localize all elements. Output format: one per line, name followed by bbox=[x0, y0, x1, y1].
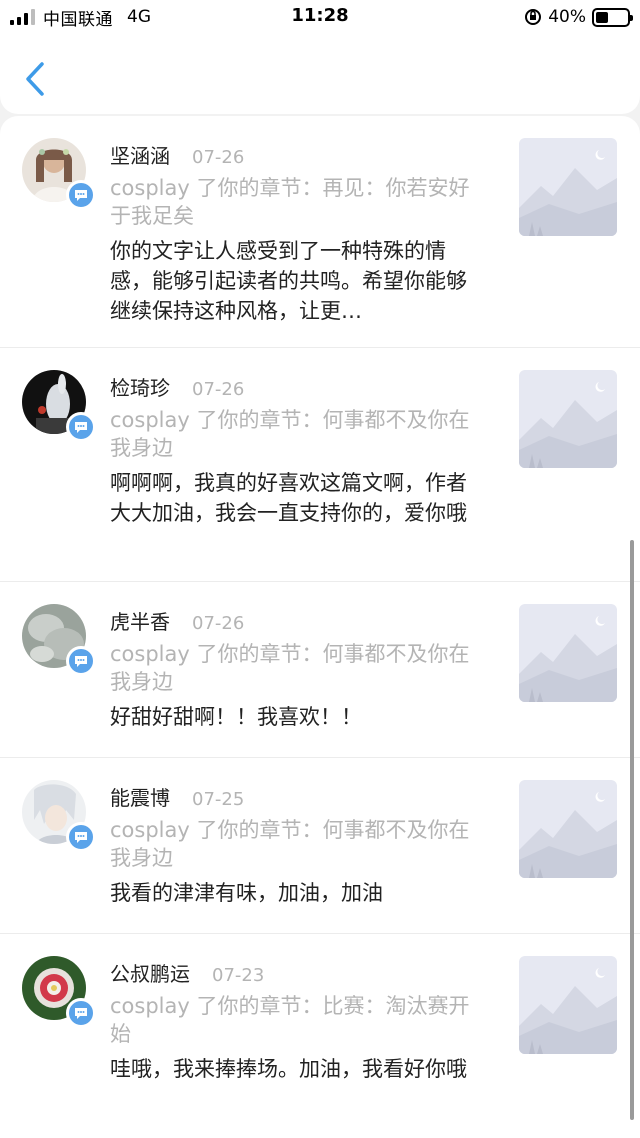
list-item[interactable]: 检琦珍 07-26 cosplay 了你的章节：何事都不及你在我身边 啊啊啊，我真… bbox=[0, 348, 640, 582]
comment-badge bbox=[66, 646, 96, 676]
list-item[interactable]: 虎半香 07-26 cosplay 了你的章节：何事都不及你在我身边 好甜好甜啊！… bbox=[0, 582, 640, 758]
comment-date: 07-23 bbox=[212, 965, 265, 986]
comment-text: 好甜好甜啊！！我喜欢！！ bbox=[110, 705, 362, 729]
list-item[interactable]: 能震博 07-25 cosplay 了你的章节：何事都不及你在我身边 我看的津津有… bbox=[0, 758, 640, 934]
chapter-thumbnail[interactable] bbox=[519, 370, 617, 468]
chapter-thumbnail[interactable] bbox=[519, 604, 617, 702]
status-bar: 中国联通 4G 11:28 40% bbox=[0, 0, 640, 34]
chapter-line[interactable]: cosplay 了你的章节：再见：你若安好于我足矣 bbox=[110, 174, 480, 230]
username[interactable]: 坚涵涵 bbox=[110, 144, 170, 168]
chat-bubble-icon bbox=[75, 656, 87, 667]
username[interactable]: 检琦珍 bbox=[110, 376, 170, 400]
comment-badge bbox=[66, 412, 96, 442]
chat-bubble-icon bbox=[75, 1008, 87, 1019]
username[interactable]: 能震博 bbox=[110, 786, 170, 810]
battery-icon bbox=[592, 7, 633, 27]
comment-text: 哇哦，我来捧捧场。加油，我看好你哦 bbox=[110, 1057, 467, 1081]
chapter-line[interactable]: cosplay 了你的章节：比赛：淘汰赛开始 bbox=[110, 992, 480, 1048]
chapter-line[interactable]: cosplay 了你的章节：何事都不及你在我身边 bbox=[110, 816, 480, 872]
scrollbar[interactable] bbox=[630, 540, 634, 1120]
chat-bubble-icon bbox=[75, 832, 87, 843]
comment-badge bbox=[66, 998, 96, 1028]
chevron-left-icon[interactable] bbox=[22, 60, 52, 98]
chapter-line[interactable]: cosplay 了你的章节：何事都不及你在我身边 bbox=[110, 406, 480, 462]
chat-bubble-icon bbox=[75, 190, 87, 201]
chapter-thumbnail[interactable] bbox=[519, 780, 617, 878]
nav-bar bbox=[0, 34, 640, 114]
comment-text: 啊啊啊，我真的好喜欢这篇文啊，作者大大加油，我会一直支持你的，爱你哦 bbox=[110, 471, 467, 525]
battery-level bbox=[596, 11, 608, 23]
comment-date: 07-25 bbox=[192, 789, 245, 810]
comment-badge bbox=[66, 180, 96, 210]
chat-bubble-icon bbox=[75, 422, 87, 433]
comment-text: 你的文字让人感受到了一种特殊的情感，能够引起读者的共鸣。希望你能够继续保持这种风… bbox=[110, 239, 467, 323]
orientation-lock-icon bbox=[525, 9, 542, 25]
comment-text: 我看的津津有味，加油，加油 bbox=[110, 881, 383, 905]
chapter-thumbnail[interactable] bbox=[519, 138, 617, 236]
username[interactable]: 公叔鹏运 bbox=[110, 962, 190, 986]
comment-badge bbox=[66, 822, 96, 852]
comment-list: 坚涵涵 07-26 cosplay 了你的章节：再见：你若安好于我足矣 你的文字让… bbox=[0, 116, 640, 1138]
chapter-thumbnail[interactable] bbox=[519, 956, 617, 1054]
comment-date: 07-26 bbox=[192, 613, 245, 634]
comment-date: 07-26 bbox=[192, 379, 245, 400]
list-item[interactable]: 公叔鹏运 07-23 cosplay 了你的章节：比赛：淘汰赛开始 哇哦，我来捧捧… bbox=[0, 934, 640, 1138]
comment-date: 07-26 bbox=[192, 147, 245, 168]
chapter-line[interactable]: cosplay 了你的章节：何事都不及你在我身边 bbox=[110, 640, 480, 696]
list-item[interactable]: 坚涵涵 07-26 cosplay 了你的章节：再见：你若安好于我足矣 你的文字让… bbox=[0, 116, 640, 348]
username[interactable]: 虎半香 bbox=[110, 610, 170, 634]
battery-percent: 40% bbox=[548, 7, 586, 27]
